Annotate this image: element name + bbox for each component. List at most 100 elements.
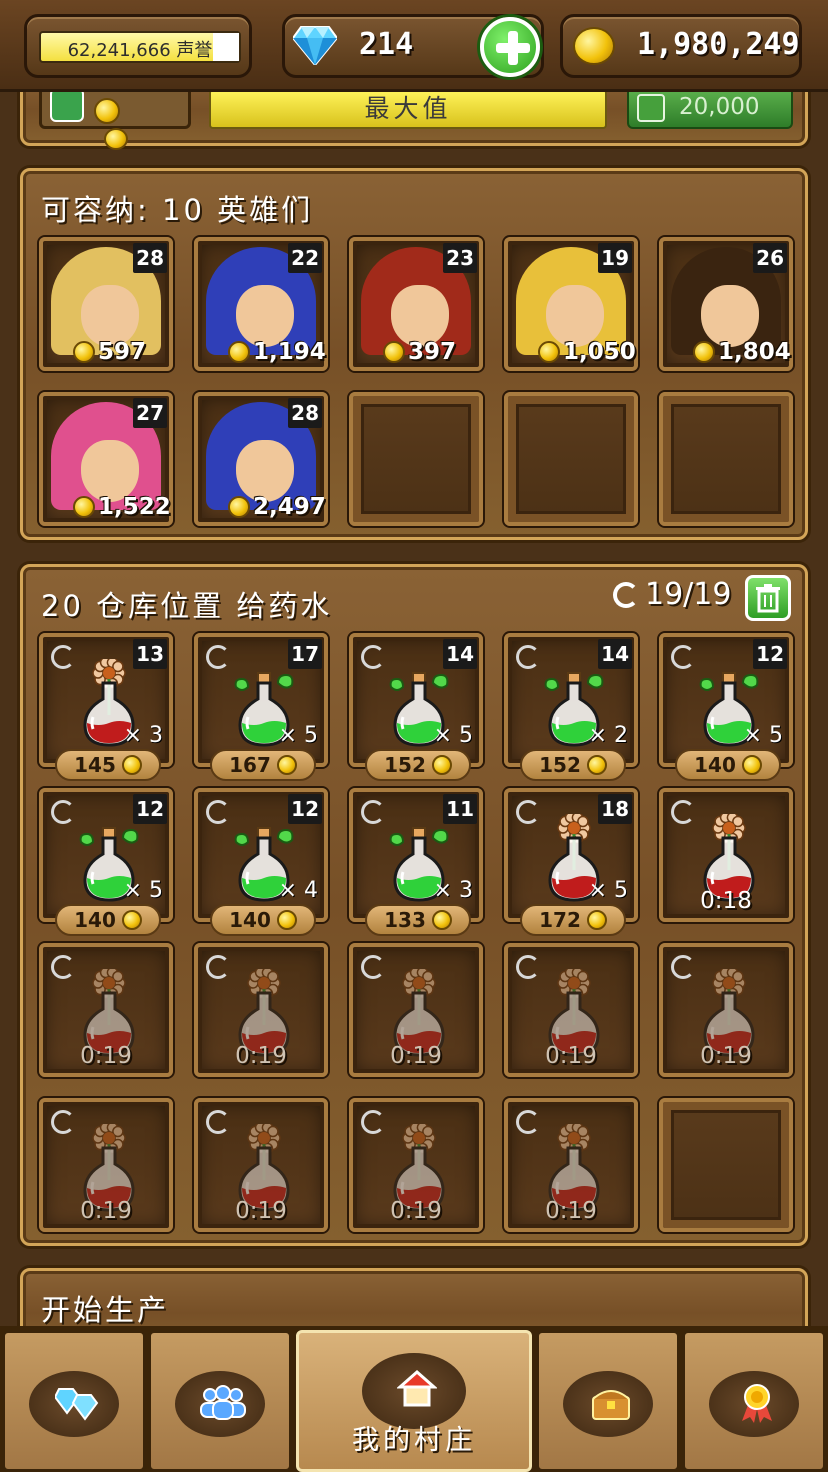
start-production-title[interactable]: 开始生产 [41,1287,169,1329]
brew-timer: 0:19 [545,1043,597,1069]
potion-sell-button[interactable]: 172 [520,904,626,936]
potion-sell-button[interactable]: 140 [675,749,781,781]
buy-gems-button[interactable] [480,17,540,77]
hero-card[interactable]: 19 1,050 [504,237,638,371]
empty-hero-slot [659,392,793,526]
brewing-slot[interactable]: 0:19 [659,943,793,1077]
potion-card[interactable]: 18 × 5 172 [504,788,638,936]
brew-timer: 0:19 [235,1043,287,1069]
trash-button[interactable] [745,575,791,621]
brewing-slot[interactable]: 0:19 [504,1098,638,1232]
hero-card[interactable]: 27 1,522 [39,392,173,526]
potion-quantity: × 3 [123,723,163,748]
brewing-slot[interactable]: 0:19 [39,943,173,1077]
hero-level: 22 [288,243,322,273]
heroes-icon [200,1385,246,1420]
potion-price: 140 [229,908,271,932]
hero-level: 19 [598,243,632,273]
gold-coin-icon [693,341,715,363]
nav-tab-village-label: 我的村庄 [352,1425,476,1456]
potion-price: 152 [539,753,581,777]
hero-price-value: 1,050 [563,339,636,365]
gold-coin-icon [276,755,297,775]
hero-card[interactable]: 23 397 [349,237,483,371]
potion-price: 133 [384,908,426,932]
brewing-slot[interactable]: 0:19 [194,1098,328,1232]
potion-level: 13 [133,639,167,669]
hero-level: 27 [133,398,167,428]
potion-price: 172 [539,908,581,932]
hero-card[interactable]: 26 1,804 [659,237,793,371]
refresh-icon [516,800,540,824]
refresh-icon [361,800,385,824]
top-bar: 62,241,666 声誉 214 1,980,249 [0,0,828,92]
brewing-slot[interactable]: 0:19 [194,943,328,1077]
potion-card[interactable]: 12 × 5 140 [659,633,793,781]
refresh-icon [671,645,695,669]
refresh-icon [51,955,75,979]
potion-card[interactable]: 14 × 5 152 [349,633,483,781]
nav-tab-village[interactable]: 我的村庄 [296,1330,532,1472]
plus-icon [637,94,665,122]
nav-tab-heroes[interactable] [148,1330,292,1472]
gems-icon [55,1388,99,1421]
hero-face [391,285,449,347]
potion-sell-button[interactable]: 145 [55,749,161,781]
potion-card[interactable]: 14 × 2 152 [504,633,638,781]
hero-face [701,285,759,347]
brewing-slot[interactable]: 0:18 [659,788,793,922]
hero-card[interactable]: 28 597 [39,237,173,371]
potion-card[interactable]: 17 × 5 167 [194,633,328,781]
green-upgrade-icon [50,88,84,122]
potion-price: 167 [229,753,271,777]
hero-level: 28 [133,243,167,273]
storage-panel: 20 仓库位置 给药水 19/19 13 × 3 145 17 × 5 167 14 × 51… [20,564,808,1246]
hero-card[interactable]: 22 1,194 [194,237,328,371]
brew-timer: 0:19 [235,1198,287,1224]
potion-price: 145 [74,753,116,777]
potion-sell-button[interactable]: 152 [365,749,471,781]
potion-card[interactable]: 12 × 4 140 [194,788,328,936]
brew-timer: 0:19 [545,1198,597,1224]
potion-card[interactable]: 13 × 3 145 [39,633,173,781]
gold-coin-icon [73,341,95,363]
potion-quantity: × 3 [433,878,473,903]
brewing-slot[interactable]: 0:19 [349,1098,483,1232]
potion-sell-button[interactable]: 140 [55,904,161,936]
gold-coin-icon [276,910,297,930]
trash-icon [756,584,780,613]
potion-card[interactable]: 12 × 5 140 [39,788,173,936]
potion-level: 17 [288,639,322,669]
potion-level: 12 [753,639,787,669]
gold-coin-icon [383,341,405,363]
potion-level: 12 [288,794,322,824]
refresh-icon [206,800,230,824]
hero-card[interactable]: 28 2,497 [194,392,328,526]
hero-face [81,285,139,347]
nav-tab-chest[interactable] [536,1330,680,1472]
hero-price: 1,050 [538,339,636,365]
potion-sell-button[interactable]: 140 [210,904,316,936]
potion-price: 140 [694,753,736,777]
potion-sell-button[interactable]: 152 [520,749,626,781]
gold-pill: 1,980,249 [560,14,802,78]
potion-sell-button[interactable]: 133 [365,904,471,936]
nav-tab-achievements[interactable] [682,1330,826,1472]
upgrade-cost: 20,000 [679,94,760,120]
brewing-slot[interactable]: 0:19 [349,943,483,1077]
empty-storage-slot [659,1098,793,1232]
hero-price-value: 397 [408,339,457,365]
brewing-slot[interactable]: 0:19 [39,1098,173,1232]
brewing-slot[interactable]: 0:19 [504,943,638,1077]
fame-value: 62,241,666 声誉 [67,40,213,61]
refresh-icon [51,645,75,669]
refresh-icon [671,955,695,979]
hero-price-value: 2,497 [253,494,326,520]
diamond-icon [293,26,337,65]
potion-sell-button[interactable]: 167 [210,749,316,781]
empty-hero-slot [504,392,638,526]
fame-pill: 62,241,666 声誉 [24,14,252,78]
potion-price: 140 [74,908,116,932]
potion-card[interactable]: 11 × 3 133 [349,788,483,936]
nav-tab-gems[interactable] [2,1330,146,1472]
